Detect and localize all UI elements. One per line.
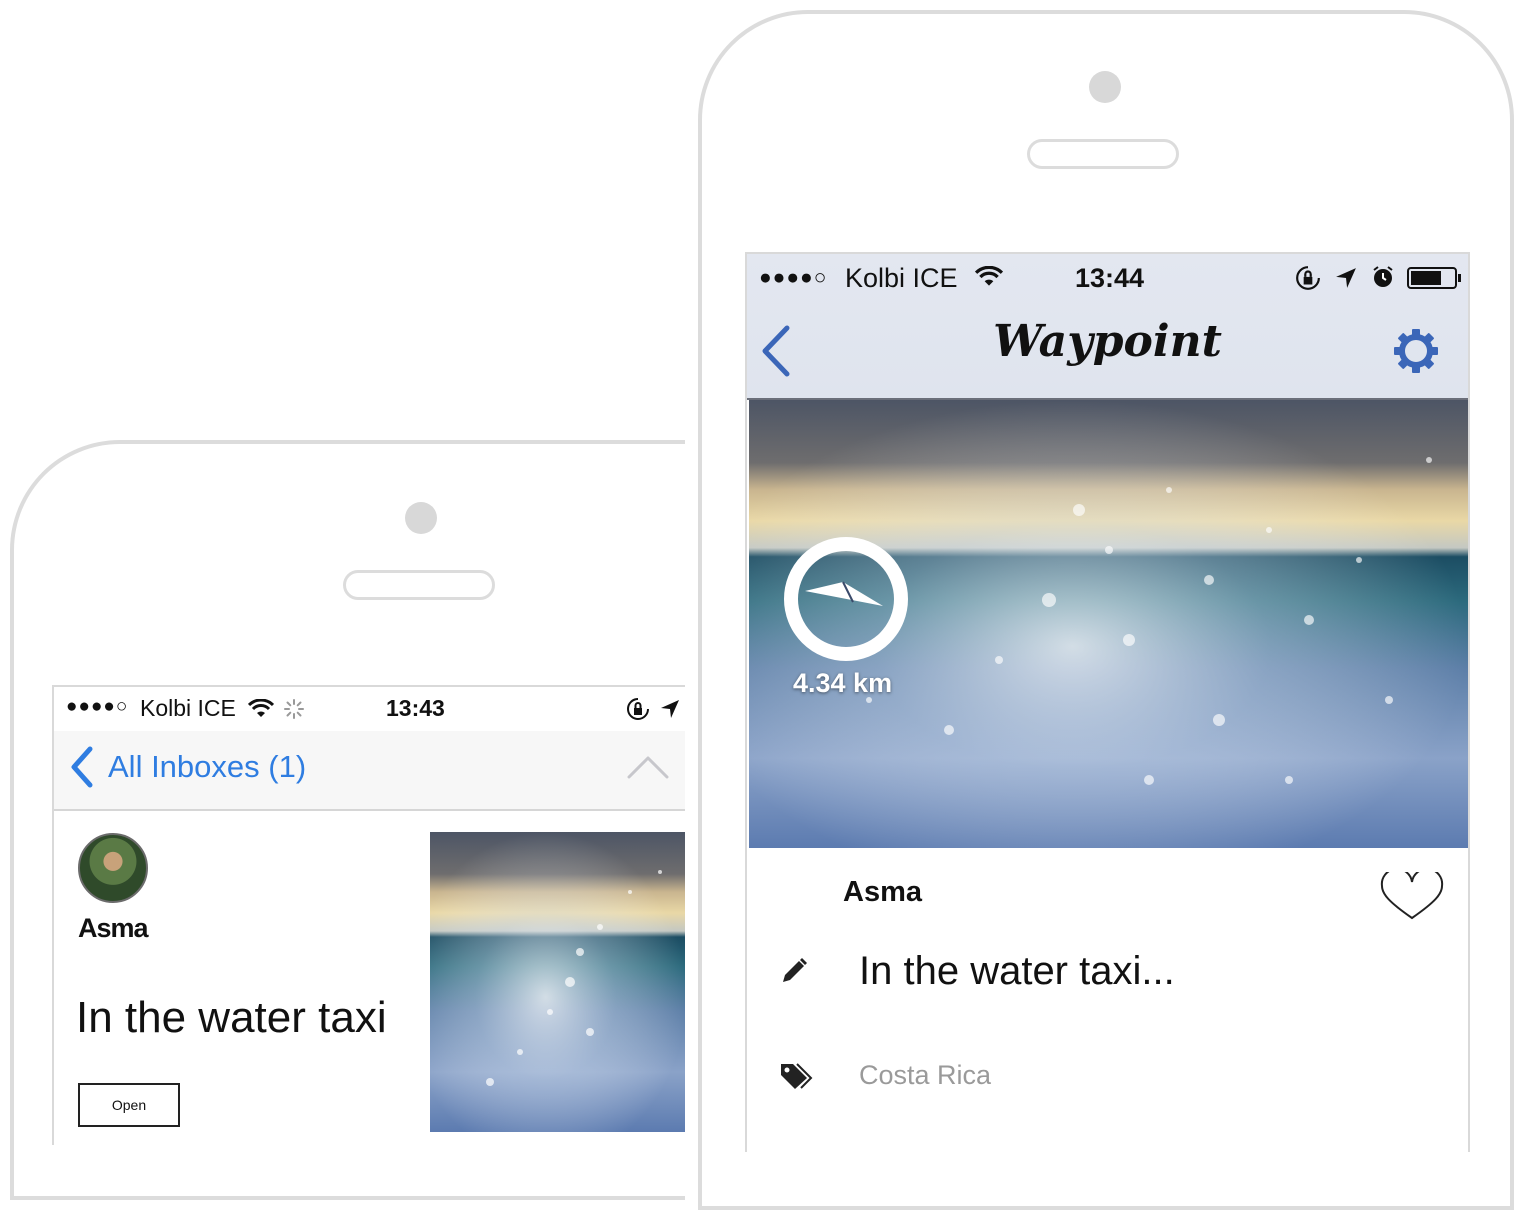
mail-navigation-bar: All Inboxes (1) (54, 731, 685, 811)
post-caption: In the water taxi... (859, 949, 1175, 993)
spinner-icon (284, 699, 304, 719)
chevron-up-icon[interactable] (627, 755, 669, 779)
waypoint-screen: ●●●●○ Kolbi ICE 13:44 Waypoint 4.34 km A… (745, 252, 1470, 1152)
wifi-icon (975, 266, 1003, 286)
alarm-icon (1373, 266, 1393, 287)
signal-strength: ●●●●○ (66, 696, 129, 717)
right-phone-camera (1089, 71, 1121, 103)
tag-icon (781, 1063, 813, 1089)
pencil-icon (783, 958, 807, 982)
post-tag[interactable]: Costa Rica (859, 1060, 991, 1091)
carrier-name: Kolbi ICE (845, 263, 958, 293)
sender-name: Asma (78, 913, 149, 943)
signal-strength: ●●●●○ (759, 266, 828, 289)
message-photo-thumbnail[interactable] (430, 832, 685, 1132)
left-phone-camera (405, 502, 437, 534)
left-phone-speaker (343, 570, 495, 600)
post-author: Asma (843, 876, 922, 908)
rotation-lock-icon (627, 698, 649, 720)
battery-icon (1407, 267, 1461, 289)
message-subject: In the water taxi (76, 993, 387, 1042)
mail-screen: ●●●●○ Kolbi ICE 13:43 All Inboxes (1) As… (52, 685, 685, 1145)
distance-label: 4.34 km (793, 668, 893, 698)
right-phone-speaker (1027, 139, 1179, 169)
status-time: 13:43 (386, 695, 445, 721)
chevron-left-icon[interactable] (68, 745, 96, 789)
status-time: 13:44 (1075, 263, 1145, 293)
open-button[interactable]: Open (78, 1083, 180, 1127)
back-to-inboxes-link[interactable]: All Inboxes (1) (108, 749, 306, 785)
avatar (78, 833, 148, 903)
left-status-bar: ●●●●○ Kolbi ICE 13:43 (54, 687, 685, 731)
location-arrow-icon (1336, 268, 1356, 288)
compass-icon (784, 537, 908, 661)
gear-icon[interactable] (1393, 328, 1439, 374)
waypoint-header: ●●●●○ Kolbi ICE 13:44 Waypoint (747, 254, 1468, 400)
rotation-lock-icon (1296, 266, 1320, 290)
app-title: Waypoint (993, 316, 1222, 367)
right-status-bar: ●●●●○ Kolbi ICE 13:44 (747, 254, 1468, 302)
carrier-name: Kolbi ICE (140, 695, 236, 721)
location-arrow-icon (661, 700, 679, 718)
heart-icon[interactable] (1379, 872, 1445, 922)
wifi-icon (248, 699, 274, 717)
